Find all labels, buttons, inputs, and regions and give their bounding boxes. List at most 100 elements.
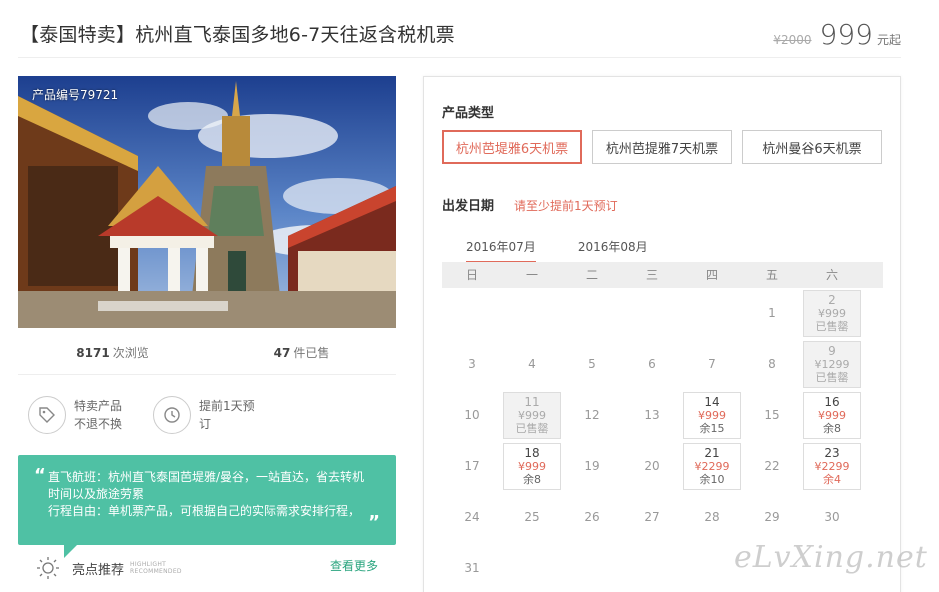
- calendar-day: 1: [742, 288, 802, 339]
- view-count: 8171 次浏览: [76, 346, 149, 360]
- tab-month-july[interactable]: 2016年07月: [466, 238, 536, 267]
- weekday-tue: 二: [585, 268, 598, 282]
- calendar-weekday-header: 日 一 二 三 四 五 六: [442, 262, 883, 288]
- clock-icon: [153, 396, 191, 434]
- calendar-day[interactable]: 18 ¥999 余8: [503, 443, 561, 490]
- view-more-link[interactable]: 查看更多: [330, 557, 378, 574]
- day-availability: 余8: [823, 422, 841, 435]
- tag-icon: [28, 396, 66, 434]
- day-number: 2: [828, 293, 836, 307]
- intro-box: “ 直飞航班：杭州直飞泰国芭堤雅/曼谷，一站直达，省去转机时间以及旅途劳累 行程…: [18, 455, 396, 545]
- watermark: eLvXing.net: [734, 540, 928, 575]
- calendar-day: 22: [742, 441, 802, 492]
- type-option-bangkok-6[interactable]: 杭州曼谷6天机票: [742, 130, 882, 164]
- departure-date-label: 出发日期: [442, 199, 495, 214]
- calendar-day: 19: [562, 441, 622, 492]
- open-quote: “: [34, 465, 46, 486]
- day-price: ¥2299: [814, 460, 850, 473]
- day-availability: 已售罄: [815, 371, 849, 384]
- day-price: ¥999: [818, 307, 846, 320]
- day-price: ¥999: [698, 409, 726, 422]
- day-number: 21: [704, 446, 720, 460]
- day-number: 10: [464, 408, 480, 422]
- weekday-fri: 五: [765, 268, 778, 282]
- close-quote: ”: [368, 512, 380, 533]
- day-number: 22: [764, 459, 780, 473]
- day-availability: 余8: [523, 473, 541, 486]
- weekday-sat: 六: [825, 268, 838, 282]
- day-number: 19: [584, 459, 600, 473]
- calendar-day: 12: [562, 390, 622, 441]
- day-number: 18: [524, 446, 540, 460]
- calendar-day[interactable]: 16 ¥999 余8: [803, 392, 861, 439]
- day-price: ¥1299: [814, 358, 850, 371]
- booking-notice: 请至少提前1天预订: [514, 199, 618, 213]
- calendar-day: 26: [562, 492, 622, 543]
- calendar-day: 5: [562, 339, 622, 390]
- calendar-day: 24: [442, 492, 502, 543]
- day-number: 9: [828, 344, 836, 358]
- original-price: ¥2000: [773, 33, 812, 47]
- booking-panel: 产品类型 杭州芭堤雅6天机票 杭州芭提雅7天机票 杭州曼谷6天机票 出发日期 请…: [423, 76, 901, 592]
- calendar-day: 6: [622, 339, 682, 390]
- title-divider: [18, 57, 901, 58]
- day-number: 4: [528, 357, 536, 371]
- calendar-empty: [562, 288, 622, 339]
- calendar-day: 2 ¥999 已售罄: [803, 290, 861, 337]
- product-number: 产品编号79721: [32, 88, 119, 102]
- calendar-empty: [442, 288, 502, 339]
- day-price: ¥2299: [694, 460, 730, 473]
- day-number: 11: [524, 395, 540, 409]
- calendar-day[interactable]: 21 ¥2299 余10: [683, 443, 741, 490]
- feature-special-sale: 特卖产品 不退不换: [28, 396, 122, 434]
- day-availability: 已售罄: [515, 422, 549, 435]
- intro-line-1: 直飞航班：杭州直飞泰国芭堤雅/曼谷，一站直达，省去转机时间以及旅途劳累: [48, 470, 365, 501]
- product-title: 【泰国特卖】杭州直飞泰国多地6-7天往返含税机票: [20, 24, 455, 46]
- day-number: 23: [824, 446, 840, 460]
- calendar-day: 31: [442, 543, 502, 592]
- day-number: 27: [644, 510, 660, 524]
- day-price: ¥999: [518, 409, 546, 422]
- calendar-day: 25: [502, 492, 562, 543]
- day-number: 8: [768, 357, 776, 371]
- calendar-day: 15: [742, 390, 802, 441]
- sold-count: 47 件已售: [273, 346, 330, 360]
- calendar-day[interactable]: 23 ¥2299 余4: [803, 443, 861, 490]
- day-number: 26: [584, 510, 600, 524]
- day-number: 6: [648, 357, 656, 371]
- day-price: ¥999: [818, 409, 846, 422]
- tab-month-august[interactable]: 2016年08月: [578, 238, 648, 263]
- calendar-day: 30: [802, 492, 862, 543]
- temple-image: [18, 76, 396, 328]
- day-number: 29: [764, 510, 780, 524]
- calendar-day: 9 ¥1299 已售罄: [803, 341, 861, 388]
- day-number: 14: [704, 395, 720, 409]
- weekday-sun: 日: [465, 268, 478, 282]
- sun-icon: [37, 557, 59, 579]
- day-number: 12: [584, 408, 600, 422]
- month-tabs: 2016年07月 2016年08月: [466, 238, 648, 267]
- day-number: 24: [464, 510, 480, 524]
- day-price: ¥999: [518, 460, 546, 473]
- calendar-day: 20: [622, 441, 682, 492]
- day-number: 17: [464, 459, 480, 473]
- calendar-day: 10: [442, 390, 502, 441]
- type-option-pattaya-7[interactable]: 杭州芭提雅7天机票: [592, 130, 732, 164]
- day-number: 30: [824, 510, 840, 524]
- price-block: ¥2000 999 元起: [773, 18, 901, 51]
- calendar-day[interactable]: 14 ¥999 余15: [683, 392, 741, 439]
- stats-divider: [18, 374, 396, 375]
- type-option-pattaya-6[interactable]: 杭州芭堤雅6天机票: [442, 130, 582, 164]
- highlight-header: 亮点推荐 HIGHLIGHT RECOMMENDED: [36, 556, 182, 580]
- day-availability: 余15: [699, 422, 725, 435]
- feature-text: 提前1天预 订: [199, 399, 255, 431]
- day-number: 25: [524, 510, 540, 524]
- product-photo[interactable]: 产品编号79721: [18, 76, 396, 328]
- calendar-day: 29: [742, 492, 802, 543]
- calendar-day: 11 ¥999 已售罄: [503, 392, 561, 439]
- calendar-day: 7: [682, 339, 742, 390]
- calendar-day: 17: [442, 441, 502, 492]
- feature-advance-booking: 提前1天预 订: [153, 396, 255, 434]
- day-availability: 已售罄: [815, 320, 849, 333]
- stats-row: 8171 次浏览 47 件已售: [18, 344, 396, 361]
